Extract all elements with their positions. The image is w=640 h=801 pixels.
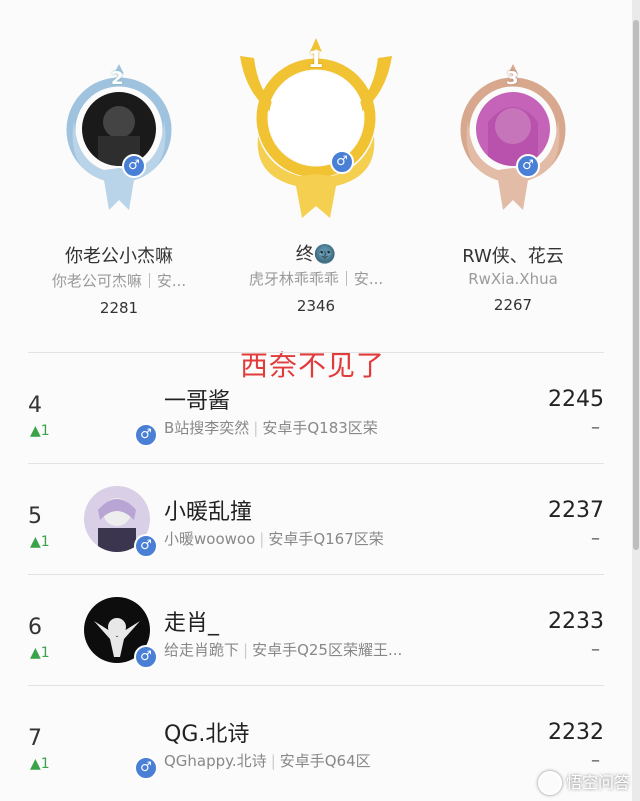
divider: | bbox=[253, 419, 259, 437]
divider: | bbox=[243, 641, 249, 659]
scrollbar-thumb[interactable] bbox=[633, 20, 639, 550]
player-server: 安卓手Q167区荣 bbox=[268, 530, 384, 548]
player-id: B站搜李奕然 bbox=[164, 419, 250, 437]
rank-number: 3 bbox=[506, 68, 519, 89]
male-icon: ♂ bbox=[122, 154, 146, 178]
player-score: 2346 bbox=[296, 297, 336, 315]
player-subtitle: 虎牙林乖乖乖｜安... bbox=[248, 270, 384, 288]
scrollbar[interactable] bbox=[632, 0, 640, 801]
list-item[interactable]: 7 ▲1 ♂ QG.北诗 QGhappy.北诗 | 安卓手Q64区 2232 – bbox=[28, 685, 604, 796]
player-id: QGhappy.北诗 bbox=[164, 752, 267, 770]
player-score: 2232 bbox=[548, 720, 604, 745]
avatar[interactable] bbox=[82, 92, 156, 166]
list-item[interactable]: 5 ▲1 ♂ 小暖乱撞 小暖woowoo | 安卓手Q167区荣 2237 – bbox=[28, 463, 604, 574]
up-arrow-icon: ▲1 bbox=[30, 534, 50, 550]
watermark: 悟空问答 bbox=[537, 769, 630, 795]
divider: | bbox=[270, 752, 276, 770]
player-subtitle: 你老公可杰嘛｜安... bbox=[51, 272, 187, 290]
avatar[interactable] bbox=[269, 71, 363, 165]
rank-number: 7 bbox=[28, 726, 42, 751]
trend-dash: – bbox=[591, 417, 600, 438]
rank-number: 6 bbox=[28, 615, 42, 640]
up-arrow-icon: ▲1 bbox=[30, 645, 50, 661]
list-item[interactable]: 6 ▲1 ♂ 走肖_ 给走肖跪下 | 安卓手Q25区荣耀王... 2233 – bbox=[28, 574, 604, 685]
male-icon: ♂ bbox=[134, 423, 158, 447]
player-name: RW侠、花云 bbox=[462, 246, 564, 267]
player-score: 2233 bbox=[548, 609, 604, 634]
rank-number: 4 bbox=[28, 393, 42, 418]
player-name: 你老公小杰嘛 bbox=[65, 246, 173, 267]
male-icon: ♂ bbox=[134, 756, 158, 780]
player-subtitle: RwXia.Xhua bbox=[468, 270, 558, 288]
player-name: 终🌚 bbox=[295, 244, 337, 265]
player-subtitle: QGhappy.北诗 | 安卓手Q64区 bbox=[164, 750, 371, 771]
ranking-list: 4 ▲1 ♂ 一哥酱 B站搜李奕然 | 安卓手Q183区荣 2245 – 5 ▲1 … bbox=[0, 352, 632, 796]
player-score: 2267 bbox=[493, 296, 533, 314]
player-server: 安卓手Q64区 bbox=[279, 752, 371, 770]
male-icon: ♂ bbox=[134, 645, 158, 669]
trend-dash: – bbox=[591, 639, 600, 660]
male-icon: ♂ bbox=[134, 534, 158, 558]
silver-emblem: ♂ 2 bbox=[64, 60, 174, 220]
divider: | bbox=[259, 530, 265, 548]
player-name: 小暖乱撞 bbox=[164, 500, 253, 525]
player-name: QG.北诗 bbox=[164, 722, 250, 747]
player-score: 2245 bbox=[548, 387, 604, 412]
player-id: 给走肖跪下 bbox=[164, 641, 240, 659]
bronze-emblem: ♂ 3 bbox=[458, 60, 568, 220]
up-arrow-icon: ▲1 bbox=[30, 423, 50, 439]
wukong-logo-icon bbox=[537, 771, 562, 795]
podium-third[interactable]: ♂ 3 RW侠、花云 RwXia.Xhua 2267 bbox=[438, 60, 588, 314]
player-id: 小暖woowoo bbox=[164, 530, 256, 548]
podium-first[interactable]: ♂ 1 终🌚 虎牙林乖乖乖｜安... 2346 bbox=[236, 36, 396, 315]
player-score: 2237 bbox=[548, 498, 604, 523]
player-server: 安卓手Q25区荣耀王... bbox=[252, 641, 403, 659]
rank-number: 1 bbox=[308, 48, 324, 73]
player-subtitle: B站搜李奕然 | 安卓手Q183区荣 bbox=[164, 417, 378, 438]
player-subtitle: 小暖woowoo | 安卓手Q167区荣 bbox=[164, 528, 384, 549]
podium-second[interactable]: ♂ 2 你老公小杰嘛 你老公可杰嘛｜安... 2281 bbox=[44, 60, 194, 317]
player-score: 2281 bbox=[99, 299, 139, 317]
watermark-text: 悟空问答 bbox=[565, 772, 630, 792]
rank-number: 2 bbox=[111, 68, 124, 89]
player-server: 安卓手Q183区荣 bbox=[262, 419, 378, 437]
trend-dash: – bbox=[591, 528, 600, 549]
avatar[interactable] bbox=[476, 92, 550, 166]
male-icon: ♂ bbox=[330, 150, 354, 174]
list-item[interactable]: 4 ▲1 ♂ 一哥酱 B站搜李奕然 | 安卓手Q183区荣 2245 – bbox=[28, 352, 604, 463]
up-arrow-icon: ▲1 bbox=[30, 756, 50, 772]
player-name: 一哥酱 bbox=[164, 389, 231, 414]
podium: ♂ 2 你老公小杰嘛 你老公可杰嘛｜安... 2281 ♂ 1 终🌚 虎牙林乖乖… bbox=[0, 0, 632, 340]
male-icon: ♂ bbox=[516, 154, 540, 178]
player-name: 走肖_ bbox=[164, 611, 220, 636]
gold-emblem: ♂ 1 bbox=[236, 36, 396, 226]
player-subtitle: 给走肖跪下 | 安卓手Q25区荣耀王... bbox=[164, 639, 402, 660]
rank-number: 5 bbox=[28, 504, 42, 529]
